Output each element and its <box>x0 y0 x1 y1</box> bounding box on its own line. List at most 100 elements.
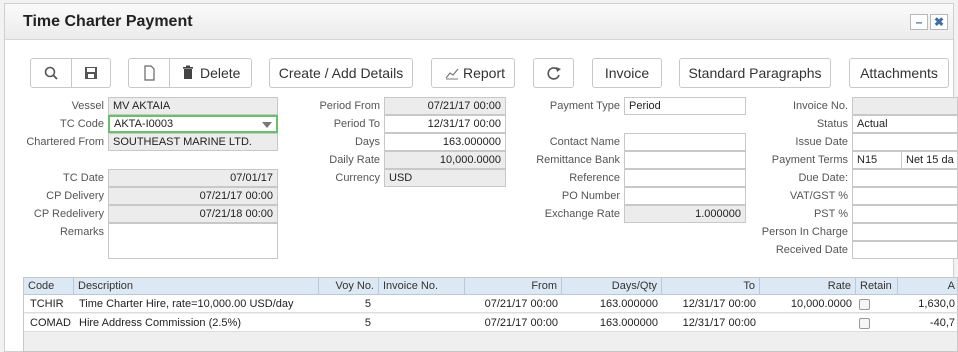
status-label: Status <box>816 118 848 130</box>
column-header-voy-no[interactable]: Voy No. <box>319 278 379 295</box>
report-label: Report <box>463 65 506 81</box>
received-date-label: Received Date <box>775 244 848 256</box>
payment-terms-label: Payment Terms <box>771 154 848 166</box>
trash-icon <box>183 65 193 79</box>
issue-date-field[interactable] <box>852 133 958 151</box>
row-voy-no: 5 <box>364 317 371 329</box>
po-number-label: PO Number <box>561 190 620 202</box>
payment-details-grid: Code Description Voy No. Invoice No. Fro… <box>23 277 958 352</box>
column-header-retain[interactable]: Retain <box>856 278 898 295</box>
column-header-invoice-no[interactable]: Invoice No. <box>379 278 465 295</box>
remarks-label: Remarks <box>59 226 104 238</box>
period-from-field[interactable]: 07/21/17 00:00 <box>384 97 506 115</box>
invoice-no-label: Invoice No. <box>792 100 848 112</box>
row-invoice-no <box>379 296 465 313</box>
column-header-to[interactable]: To <box>662 278 760 295</box>
chartered-from-field[interactable]: SOUTHEAST MARINE LTD. <box>108 133 278 151</box>
row-description: Hire Address Commission (2.5%) <box>79 317 241 329</box>
tc-date-field[interactable]: 07/01/17 <box>108 169 278 187</box>
row-rate: 10,000.0000 <box>790 298 852 310</box>
row-days-qty: 163.000000 <box>599 298 658 310</box>
exchange-rate-field[interactable]: 1.000000 <box>624 205 746 223</box>
period-from-label: Period From <box>319 100 380 112</box>
close-button[interactable]: ✖ <box>930 14 948 30</box>
currency-field[interactable]: USD <box>384 169 506 187</box>
save-icon[interactable] <box>72 59 111 87</box>
invoice-no-field[interactable] <box>852 97 958 115</box>
table-row[interactable]: COMAD Hire Address Commission (2.5%) 5 0… <box>24 314 957 332</box>
days-label: Days <box>354 136 380 148</box>
status-field[interactable]: Actual <box>852 115 958 133</box>
pst-field[interactable] <box>852 205 958 223</box>
payment-terms-code-field[interactable]: N15 <box>852 151 902 169</box>
contact-name-field[interactable] <box>624 133 746 151</box>
refresh-icon <box>547 67 561 80</box>
vat-gst-field[interactable] <box>852 187 958 205</box>
retain-checkbox[interactable] <box>859 318 870 329</box>
cp-redelivery-label: CP Redelivery <box>33 208 104 220</box>
tc-code-dropdown[interactable]: AKTA-I0003 <box>108 115 278 133</box>
delete-button[interactable]: Delete <box>170 59 252 87</box>
invoice-button[interactable]: Invoice <box>592 58 662 88</box>
column-header-code[interactable]: Code <box>24 278 74 295</box>
due-date-field[interactable] <box>852 169 958 187</box>
person-in-charge-label: Person In Charge <box>761 226 848 238</box>
cp-redelivery-field[interactable]: 07/21/18 00:00 <box>108 205 278 223</box>
column-header-rate[interactable]: Rate <box>760 278 856 295</box>
chart-icon <box>445 68 459 80</box>
column-header-description[interactable]: Description <box>74 278 319 295</box>
row-from: 07/21/17 00:00 <box>484 298 558 310</box>
table-row[interactable]: TCHIR Time Charter Hire, rate=10,000.00 … <box>24 295 957 313</box>
days-field[interactable]: 163.000000 <box>384 133 506 151</box>
received-date-field[interactable] <box>852 241 958 259</box>
column-header-from[interactable]: From <box>465 278 562 295</box>
cp-delivery-field[interactable]: 07/21/17 00:00 <box>108 187 278 205</box>
currency-label: Currency <box>335 172 380 184</box>
new-delete-group: Delete <box>128 58 252 88</box>
row-to: 12/31/17 00:00 <box>682 317 756 329</box>
reference-field[interactable] <box>624 169 746 187</box>
vessel-label: Vessel <box>71 100 104 112</box>
person-in-charge-field[interactable] <box>852 223 958 241</box>
row-voy-no: 5 <box>364 298 371 310</box>
row-code: COMAD <box>30 317 71 329</box>
retain-checkbox[interactable] <box>859 299 870 310</box>
row-description: Time Charter Hire, rate=10,000.00 USD/da… <box>79 298 294 310</box>
row-days-qty: 163.000000 <box>599 317 658 329</box>
create-add-details-button[interactable]: Create / Add Details <box>269 58 413 88</box>
daily-rate-label: Daily Rate <box>329 154 380 166</box>
payment-terms-description-field[interactable]: Net 15 da <box>901 151 958 169</box>
search-save-group <box>30 58 111 88</box>
due-date-label: Due Date: <box>798 172 848 184</box>
remarks-textarea[interactable] <box>108 223 278 259</box>
new-document-icon[interactable] <box>129 59 169 87</box>
po-number-field[interactable] <box>624 187 746 205</box>
report-button[interactable]: Report <box>431 58 515 88</box>
window-title: Time Charter Payment <box>23 13 193 30</box>
attachments-button[interactable]: Attachments <box>849 58 949 88</box>
title-bar: Time Charter Payment – ✖ <box>5 4 953 40</box>
remittance-bank-field[interactable] <box>624 151 746 169</box>
row-amount: -40,7 <box>929 317 955 329</box>
column-header-amount[interactable]: A <box>898 278 957 295</box>
refresh-button[interactable] <box>533 58 574 88</box>
period-to-label: Period To <box>333 118 380 130</box>
standard-paragraphs-button[interactable]: Standard Paragraphs <box>679 58 831 88</box>
payment-type-field[interactable]: Period <box>624 97 746 115</box>
period-to-field[interactable]: 12/31/17 00:00 <box>384 115 506 133</box>
search-icon[interactable] <box>31 59 71 87</box>
contact-name-label: Contact Name <box>549 136 620 148</box>
vat-gst-label: VAT/GST % <box>789 190 848 202</box>
chartered-from-label: Chartered From <box>26 136 104 148</box>
daily-rate-field[interactable]: 10,000.0000 <box>384 151 506 169</box>
grid-header: Code Description Voy No. Invoice No. Fro… <box>24 278 957 295</box>
tc-code-label: TC Code <box>59 118 104 130</box>
vessel-field[interactable]: MV AKTAIA <box>108 97 278 115</box>
exchange-rate-label: Exchange Rate <box>544 208 620 220</box>
tc-code-value: AKTA-I0003 <box>114 118 174 130</box>
minimize-button[interactable]: – <box>910 14 928 30</box>
column-header-days-qty[interactable]: Days/Qty <box>562 278 662 295</box>
tc-date-label: TC Date <box>63 172 104 184</box>
chevron-down-icon[interactable] <box>262 122 272 128</box>
row-code: TCHIR <box>30 298 64 310</box>
